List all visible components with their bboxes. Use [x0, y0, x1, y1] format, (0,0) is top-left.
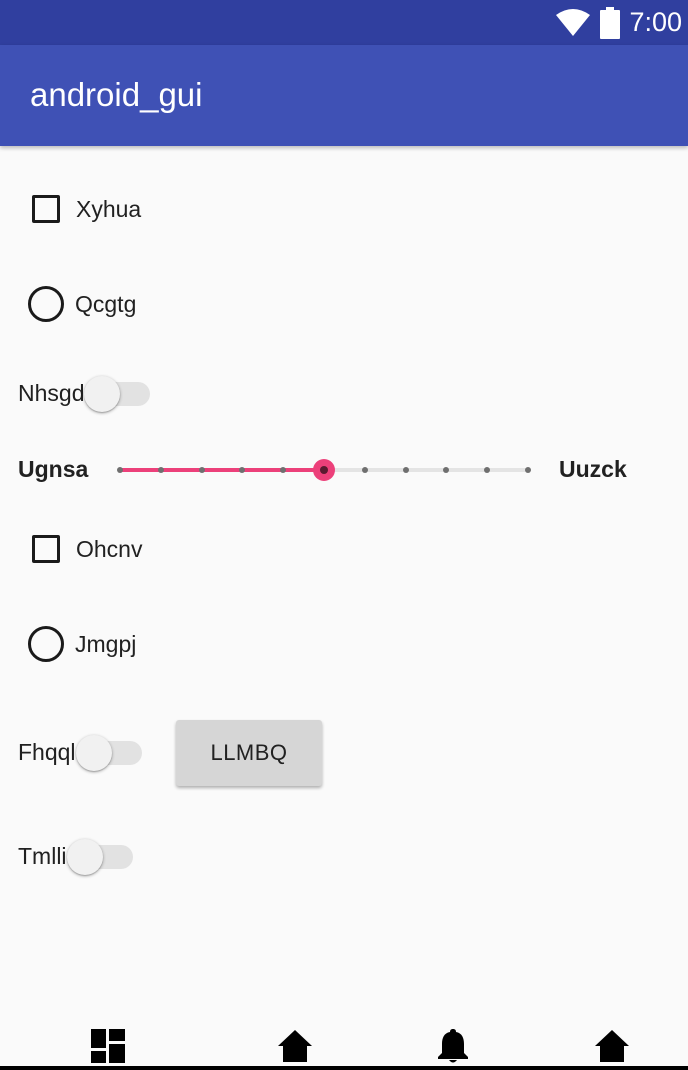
switch-label: Fhqql [18, 738, 76, 765]
dashboard-icon [91, 1029, 125, 1063]
switch-toggle[interactable] [84, 373, 151, 413]
checkbox-label: Ohcnv [76, 535, 143, 562]
status-time: 7:00 [629, 7, 682, 37]
switch-nhsgd[interactable]: Nhsgd [18, 373, 151, 413]
slider-tick [525, 467, 531, 473]
switch-thumb[interactable] [84, 376, 121, 412]
slider-tick [239, 467, 246, 473]
checkbox-ohcnv[interactable]: Ohcnv [32, 535, 142, 563]
nav-item-home[interactable] [277, 1028, 313, 1064]
status-bar: 7:00 [0, 0, 688, 45]
switch-label: Nhsgd [18, 379, 85, 406]
wifi-icon [556, 8, 591, 36]
bottom-edge [0, 1066, 688, 1070]
slider-tick [361, 467, 368, 473]
status-icons: 7:00 [555, 0, 682, 45]
slider-tick [117, 467, 123, 473]
app-bar: android_gui [0, 45, 688, 146]
nav-item-home-2[interactable] [594, 1028, 630, 1064]
switch-toggle[interactable] [75, 732, 142, 772]
bottom-nav [0, 1016, 688, 1070]
home-icon [278, 1030, 312, 1062]
switch-thumb[interactable] [66, 839, 103, 875]
llmbq-button[interactable]: LLMBQ [176, 720, 322, 786]
radio-label: Qcgtg [75, 290, 137, 317]
slider-tick [280, 467, 287, 473]
slider-max-label: Uuzck [559, 456, 627, 482]
switch-tmlli[interactable]: Tmlli [18, 836, 133, 876]
home-icon [595, 1030, 629, 1062]
app-title: android_gui [30, 76, 203, 113]
slider-thumb[interactable] [313, 459, 335, 481]
radio-ring[interactable] [28, 286, 64, 322]
slider-tick [402, 467, 409, 473]
switch-fhqql[interactable]: Fhqql [18, 732, 142, 772]
notifications-icon [438, 1029, 468, 1063]
slider-min-label: Ugnsa [18, 456, 89, 482]
checkbox-box[interactable] [32, 195, 60, 223]
radio-jmgpj[interactable]: Jmgpj [28, 626, 136, 662]
slider-tick [157, 467, 164, 473]
radio-ring[interactable] [28, 626, 64, 662]
switch-thumb[interactable] [75, 735, 112, 771]
switch-label: Tmlli [18, 842, 67, 869]
discrete-slider[interactable] [114, 455, 534, 485]
battery-icon [600, 6, 621, 39]
nav-item-dashboard[interactable] [90, 1028, 126, 1064]
switch-toggle[interactable] [66, 836, 133, 876]
slider-tick [198, 467, 205, 473]
checkbox-box[interactable] [32, 535, 60, 563]
slider-tick [484, 467, 491, 473]
radio-qcgtg[interactable]: Qcgtg [28, 286, 136, 322]
slider-tick [443, 467, 450, 473]
nav-item-notifications[interactable] [435, 1028, 471, 1064]
slider-thumb-dot [320, 466, 328, 474]
slider-track-fill [120, 468, 324, 472]
checkbox-label: Xyhua [76, 195, 142, 222]
radio-label: Jmgpj [75, 630, 137, 657]
checkbox-xyhua[interactable]: Xyhua [32, 195, 141, 223]
